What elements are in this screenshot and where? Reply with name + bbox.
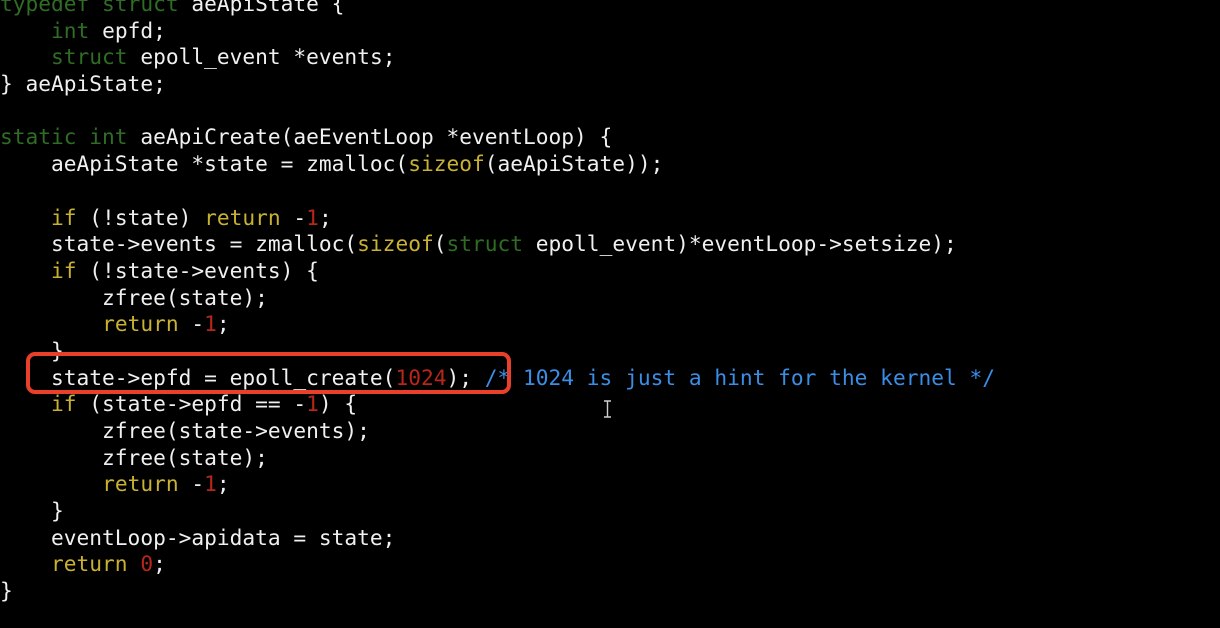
code-token: aeApiCreate(aeEventLoop *eventLoop) { <box>127 124 613 150</box>
code-token: return <box>204 204 281 230</box>
code-line: eventLoop->apidata = state; <box>0 525 995 552</box>
highlight-box <box>26 352 511 394</box>
code-token: ; <box>216 311 230 337</box>
code-token: 1 <box>204 471 217 497</box>
code-line: if (!state->events) { <box>0 258 995 285</box>
code-line: return -1; <box>0 471 995 498</box>
text-cursor-icon <box>604 400 611 418</box>
code-line: } <box>0 498 995 525</box>
code-line: static int aeApiCreate(aeEventLoop *even… <box>0 124 995 151</box>
code-token: aeApiState { <box>178 0 345 16</box>
code-line: int epfd; <box>0 18 995 45</box>
code-token: zfree(state->events); <box>0 418 370 443</box>
code-token: zfree(state); <box>0 284 268 310</box>
code-line: if (state->epfd == -1) { <box>0 391 995 418</box>
code-line: return 0; <box>0 551 995 578</box>
code-token: epoll_event *events; <box>127 44 396 70</box>
code-line: typedef struct aeApiState { <box>0 0 995 18</box>
code-line: if (!state) return -1; <box>0 205 995 232</box>
code-token: 0 <box>140 551 154 577</box>
code-token: (state->epfd == - <box>76 391 307 417</box>
code-token: ; <box>318 204 332 230</box>
code-token: typedef struct <box>0 0 179 16</box>
code-token: if <box>51 257 77 283</box>
code-token: state->events = zmalloc( <box>0 231 358 257</box>
code-token: epfd; <box>89 17 166 43</box>
code-token: epoll_event)*eventLoop->setsize); <box>523 231 957 257</box>
code-token: (!state->events) { <box>76 257 319 283</box>
code-token: (!state) <box>76 204 205 230</box>
code-token: } <box>0 578 13 604</box>
code-token: (aeApiState)); <box>484 151 664 177</box>
code-line: aeApiState *state = zmalloc(sizeof(aeApi… <box>0 151 995 178</box>
code-token: eventLoop->apidata = state; <box>0 524 396 550</box>
code-token: sizeof <box>408 151 485 177</box>
code-line: zfree(state->events); <box>0 418 995 445</box>
code-token: /* 1024 is just a hint for the kernel */ <box>484 364 995 390</box>
code-line: } aeApiState; <box>0 71 995 98</box>
code-token: sizeof <box>357 231 434 257</box>
code-token: 1 <box>306 391 319 417</box>
code-token: ; <box>153 551 166 577</box>
code-token: ( <box>433 231 447 257</box>
code-line: state->events = zmalloc(sizeof(struct ep… <box>0 231 995 258</box>
code-line: } <box>0 578 995 605</box>
code-token: struct <box>446 231 524 257</box>
code-token: return <box>51 551 128 577</box>
code-line: return -1; <box>0 311 995 338</box>
code-token: - <box>280 204 307 230</box>
code-token: if <box>51 391 77 417</box>
code-token: if <box>51 204 77 230</box>
code-token: } aeApiState; <box>0 71 166 97</box>
code-token: - <box>178 471 205 497</box>
code-token: ) { <box>318 391 358 417</box>
code-line: zfree(state); <box>0 285 995 312</box>
code-token: static int <box>0 124 128 150</box>
code-token: zfree(state); <box>0 444 268 470</box>
code-token: - <box>178 311 205 337</box>
code-token: struct <box>51 44 128 70</box>
code-token: } <box>0 498 64 524</box>
code-line: zfree(state); <box>0 445 995 472</box>
code-line: struct epoll_event *events; <box>0 44 995 71</box>
code-token: 1 <box>306 204 319 230</box>
code-token: aeApiState *state = zmalloc( <box>0 151 409 177</box>
code-token: int <box>51 17 90 43</box>
code-token: ; <box>216 471 230 497</box>
code-token: return <box>102 471 179 497</box>
code-editor[interactable]: typedef struct aeApiState { int epfd; st… <box>0 0 995 605</box>
code-token: 1 <box>204 311 217 337</box>
code-token: return <box>102 311 179 337</box>
